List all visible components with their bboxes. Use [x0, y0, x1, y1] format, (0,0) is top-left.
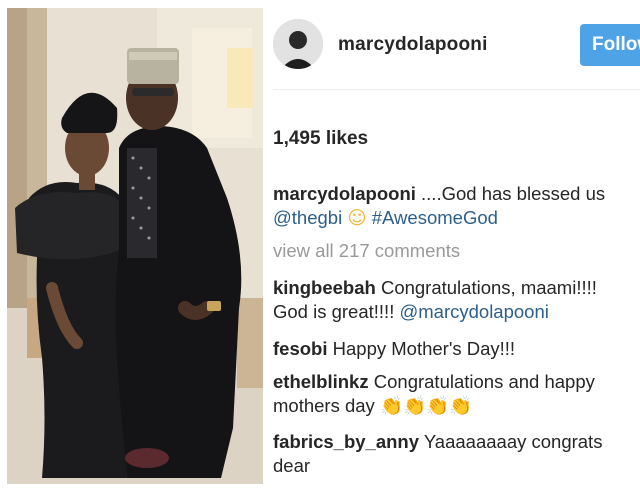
- list-item: kingbeebah Congratulations, maami!!!! Go…: [273, 276, 633, 324]
- smile-emoji-icon: ☺: [347, 208, 367, 229]
- post-photo-illustration: [7, 8, 263, 484]
- avatar-image: [273, 19, 323, 69]
- comment-username[interactable]: kingbeebah: [273, 277, 376, 298]
- comment-mention[interactable]: @marcydolapooni: [399, 301, 548, 322]
- post-details-panel: marcydolapooni Follow 1,495 likes marcyd…: [263, 0, 640, 490]
- list-item: fabrics_by_anny Yaaaaaaaay congrats dear: [273, 430, 633, 478]
- comment-username[interactable]: fesobi: [273, 338, 327, 359]
- clapping-hands-icon: 👏👏👏👏: [379, 396, 473, 417]
- post-photo[interactable]: [7, 8, 263, 484]
- likes-count[interactable]: 1,495 likes: [273, 128, 368, 150]
- header-divider: [273, 89, 640, 90]
- caption-username[interactable]: marcydolapooni: [273, 183, 416, 204]
- comment-text: Happy Mother's Day!!!: [332, 338, 516, 359]
- avatar[interactable]: [273, 19, 323, 69]
- comment-username[interactable]: ethelblinkz: [273, 371, 369, 392]
- list-item: fesobi Happy Mother's Day!!!: [273, 337, 633, 361]
- caption-mention[interactable]: @thegbi: [273, 207, 342, 228]
- caption-text: ....God has blessed us: [421, 183, 606, 204]
- caption-hashtag[interactable]: #AwesomeGod: [372, 207, 498, 228]
- comment-username[interactable]: fabrics_by_anny: [273, 431, 419, 452]
- view-all-comments-link[interactable]: view all 217 comments: [273, 240, 460, 262]
- caption: marcydolapooni ....God has blessed us @t…: [273, 182, 633, 231]
- list-item: ethelblinkz Congratulations and happy mo…: [273, 370, 633, 419]
- follow-button[interactable]: Follow: [580, 24, 640, 66]
- header-username[interactable]: marcydolapooni: [338, 34, 488, 56]
